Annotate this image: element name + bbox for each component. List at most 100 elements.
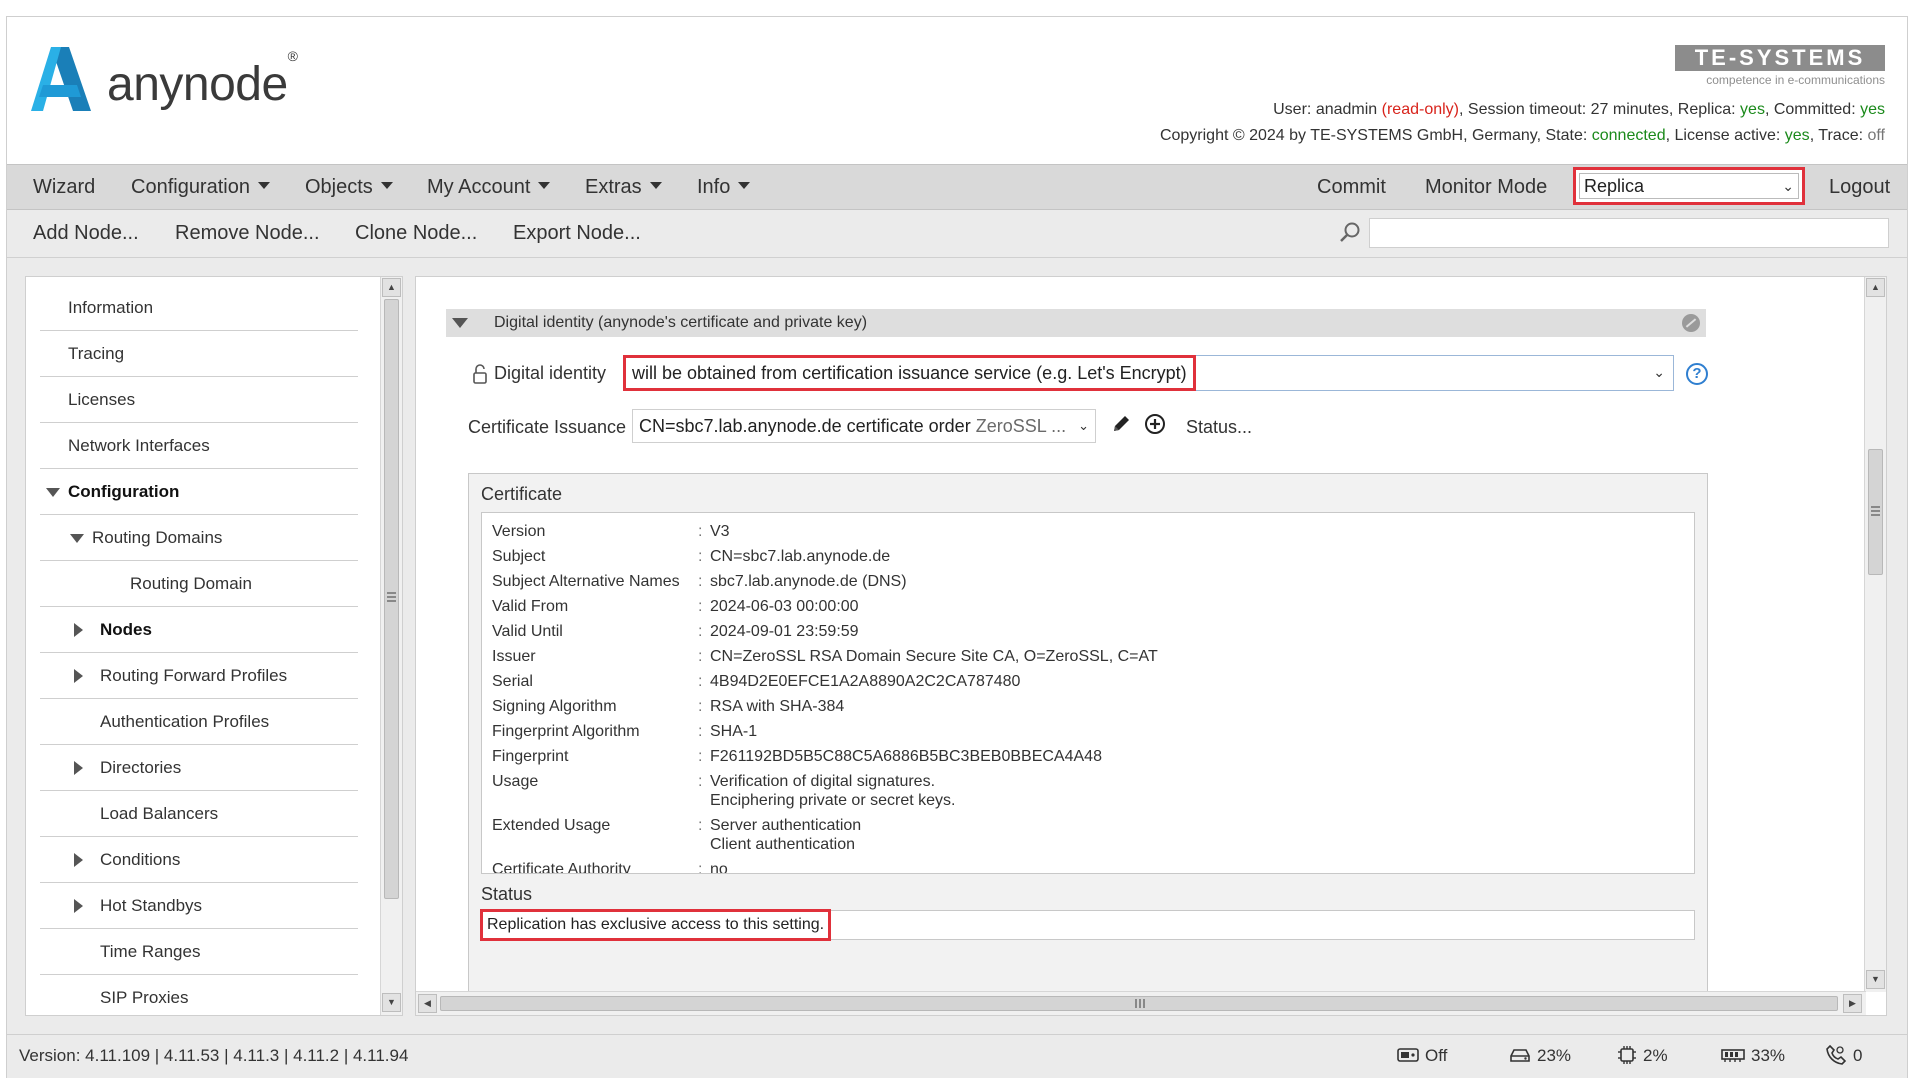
monitor-mode-button[interactable]: Monitor Mode: [1425, 165, 1547, 209]
status-title: Status: [481, 884, 533, 904]
caret-down-icon: [257, 182, 270, 190]
cpu-icon: [1618, 1045, 1636, 1064]
help-icon[interactable]: ?: [1686, 363, 1708, 385]
sidebar-item-conditions[interactable]: Conditions: [40, 837, 358, 883]
sidebar-item-load-balancers[interactable]: Load Balancers: [40, 791, 358, 837]
sidebar-item-hot-standbys[interactable]: Hot Standbys: [40, 883, 358, 929]
copyright-info: Copyright © 2024 by TE-SYSTEMS GmbH, Ger…: [1159, 127, 1885, 144]
node-select-value: Replica: [1579, 173, 1799, 199]
disk-icon: [1510, 1048, 1530, 1062]
session-info: User: anadmin (read-only), Session timeo…: [1273, 101, 1885, 118]
cpu-usage[interactable]: 2%: [1617, 1035, 1668, 1077]
caret-down-icon: [538, 182, 551, 190]
digital-identity-value: will be obtained from certification issu…: [623, 355, 1196, 391]
sidebar-scrollbar[interactable]: ▲ ▼: [380, 277, 402, 1015]
sidebar-item-tracing[interactable]: Tracing: [40, 331, 358, 377]
certificate-issuance-value: CN=sbc7.lab.anynode.de certificate order…: [639, 416, 1067, 436]
export-node-button[interactable]: Export Node...: [513, 210, 641, 256]
sidebar-item-routing-forward-profiles[interactable]: Routing Forward Profiles: [40, 653, 358, 699]
sidebar-item-sip-proxies[interactable]: SIP Proxies: [40, 975, 358, 1015]
sidebar-item-network-interfaces[interactable]: Network Interfaces: [40, 423, 358, 469]
anynode-logo-icon: [31, 47, 91, 111]
sidebar-item-licenses[interactable]: Licenses: [40, 377, 358, 423]
sidebar-item-directories[interactable]: Directories: [40, 745, 358, 791]
disk-usage[interactable]: 23%: [1509, 1035, 1571, 1077]
logout-button[interactable]: Logout: [1829, 165, 1890, 209]
digital-identity-select[interactable]: will be obtained from certification issu…: [623, 355, 1674, 391]
menu-my-account[interactable]: My Account: [427, 165, 551, 209]
search-input[interactable]: [1369, 218, 1889, 248]
phone-icon: [1826, 1044, 1847, 1065]
pencil-icon[interactable]: [1110, 413, 1132, 435]
certificate-details[interactable]: Version: V3 Subject: CN=sbc7.lab.anynode.d…: [481, 512, 1695, 874]
scroll-up-icon[interactable]: ▲: [1866, 278, 1885, 297]
menu-objects[interactable]: Objects: [305, 165, 393, 209]
certificate-issuance-select[interactable]: CN=sbc7.lab.anynode.de certificate order…: [632, 409, 1096, 443]
menu-configuration[interactable]: Configuration: [131, 165, 270, 209]
recording-status[interactable]: Off: [1397, 1035, 1447, 1077]
sidebar: Information Tracing Licenses Network Int…: [25, 276, 403, 1016]
caret-down-icon: [738, 182, 751, 190]
menubar: Wizard Configuration Objects My Account …: [7, 164, 1907, 210]
content-area: Information Tracing Licenses Network Int…: [7, 258, 1907, 1034]
scroll-down-icon[interactable]: ▼: [382, 993, 401, 1012]
te-systems-tagline: competence in e-communications: [1706, 73, 1885, 87]
expand-triangle-icon[interactable]: [74, 899, 83, 913]
clone-node-button[interactable]: Clone Node...: [355, 210, 477, 256]
scroll-thumb[interactable]: [1868, 449, 1883, 575]
menu-extras[interactable]: Extras: [585, 165, 662, 209]
plus-circle-icon[interactable]: [1144, 413, 1166, 435]
menu-info[interactable]: Info: [697, 165, 751, 209]
sidebar-item-time-ranges[interactable]: Time Ranges: [40, 929, 358, 975]
expand-triangle-icon[interactable]: [74, 623, 83, 637]
expand-triangle-icon[interactable]: [74, 761, 83, 775]
section-title: Digital identity (anynode's certificate …: [494, 314, 868, 331]
digital-identity-label: Digital identity: [494, 363, 607, 383]
status-bar: Version: 4.11.109 | 4.11.53 | 4.11.3 | 4…: [7, 1034, 1907, 1078]
disable-section-icon[interactable]: [1682, 314, 1700, 332]
remove-node-button[interactable]: Remove Node...: [175, 210, 320, 256]
expand-triangle-icon[interactable]: [74, 669, 83, 683]
commit-button[interactable]: Commit: [1317, 165, 1386, 209]
collapse-triangle-icon[interactable]: [452, 318, 468, 328]
user-mode: (read-only): [1381, 101, 1459, 118]
certificate-title: Certificate: [481, 484, 563, 504]
memory-icon: [1721, 1048, 1745, 1062]
scroll-down-icon[interactable]: ▼: [1866, 970, 1885, 989]
sidebar-item-routing-domain[interactable]: Routing Domain: [40, 561, 358, 607]
scroll-right-icon[interactable]: ▶: [1843, 994, 1862, 1013]
section-header[interactable]: Digital identity (anynode's certificate …: [446, 309, 1706, 337]
active-calls[interactable]: 0: [1825, 1035, 1862, 1077]
logo-text: anynode®: [107, 48, 298, 111]
version-info: Version: 4.11.109 | 4.11.53 | 4.11.3 | 4…: [19, 1046, 409, 1065]
sidebar-item-routing-domains[interactable]: Routing Domains: [40, 515, 358, 561]
memory-usage[interactable]: 33%: [1721, 1035, 1785, 1077]
node-select[interactable]: Replica ⌄: [1573, 167, 1805, 205]
lock-open-icon: [473, 364, 487, 384]
collapse-triangle-icon[interactable]: [70, 534, 84, 543]
status-link[interactable]: Status...: [1186, 417, 1252, 438]
app-window: anynode® TE-SYSTEMS competence in e-comm…: [6, 16, 1908, 1078]
sidebar-item-information[interactable]: Information: [40, 285, 358, 331]
search-icon[interactable]: [1337, 220, 1363, 246]
sidebar-item-nodes[interactable]: Nodes: [40, 607, 358, 653]
user-name: anadmin: [1315, 101, 1378, 118]
sidebar-item-configuration[interactable]: Configuration: [40, 469, 358, 515]
expand-triangle-icon[interactable]: [74, 853, 83, 867]
sidebar-item-authentication-profiles[interactable]: Authentication Profiles: [40, 699, 358, 745]
menu-wizard[interactable]: Wizard: [33, 165, 95, 209]
scroll-thumb[interactable]: [440, 996, 1838, 1011]
scroll-left-icon[interactable]: ◀: [418, 994, 437, 1013]
collapse-triangle-icon[interactable]: [46, 488, 60, 497]
add-node-button[interactable]: Add Node...: [33, 210, 139, 256]
recording-icon: [1397, 1047, 1419, 1062]
chevron-down-icon: ⌄: [1653, 364, 1665, 380]
scroll-thumb[interactable]: [384, 299, 399, 899]
chevron-down-icon: ⌄: [1078, 418, 1089, 433]
scroll-up-icon[interactable]: ▲: [382, 278, 401, 297]
main-vertical-scrollbar[interactable]: ▲ ▼: [1864, 277, 1886, 992]
caret-down-icon: [380, 182, 393, 190]
main-horizontal-scrollbar[interactable]: ◀ ▶: [416, 991, 1866, 1015]
chevron-down-icon: ⌄: [1782, 178, 1794, 194]
status-box: Replication has exclusive access to this…: [480, 909, 1695, 941]
